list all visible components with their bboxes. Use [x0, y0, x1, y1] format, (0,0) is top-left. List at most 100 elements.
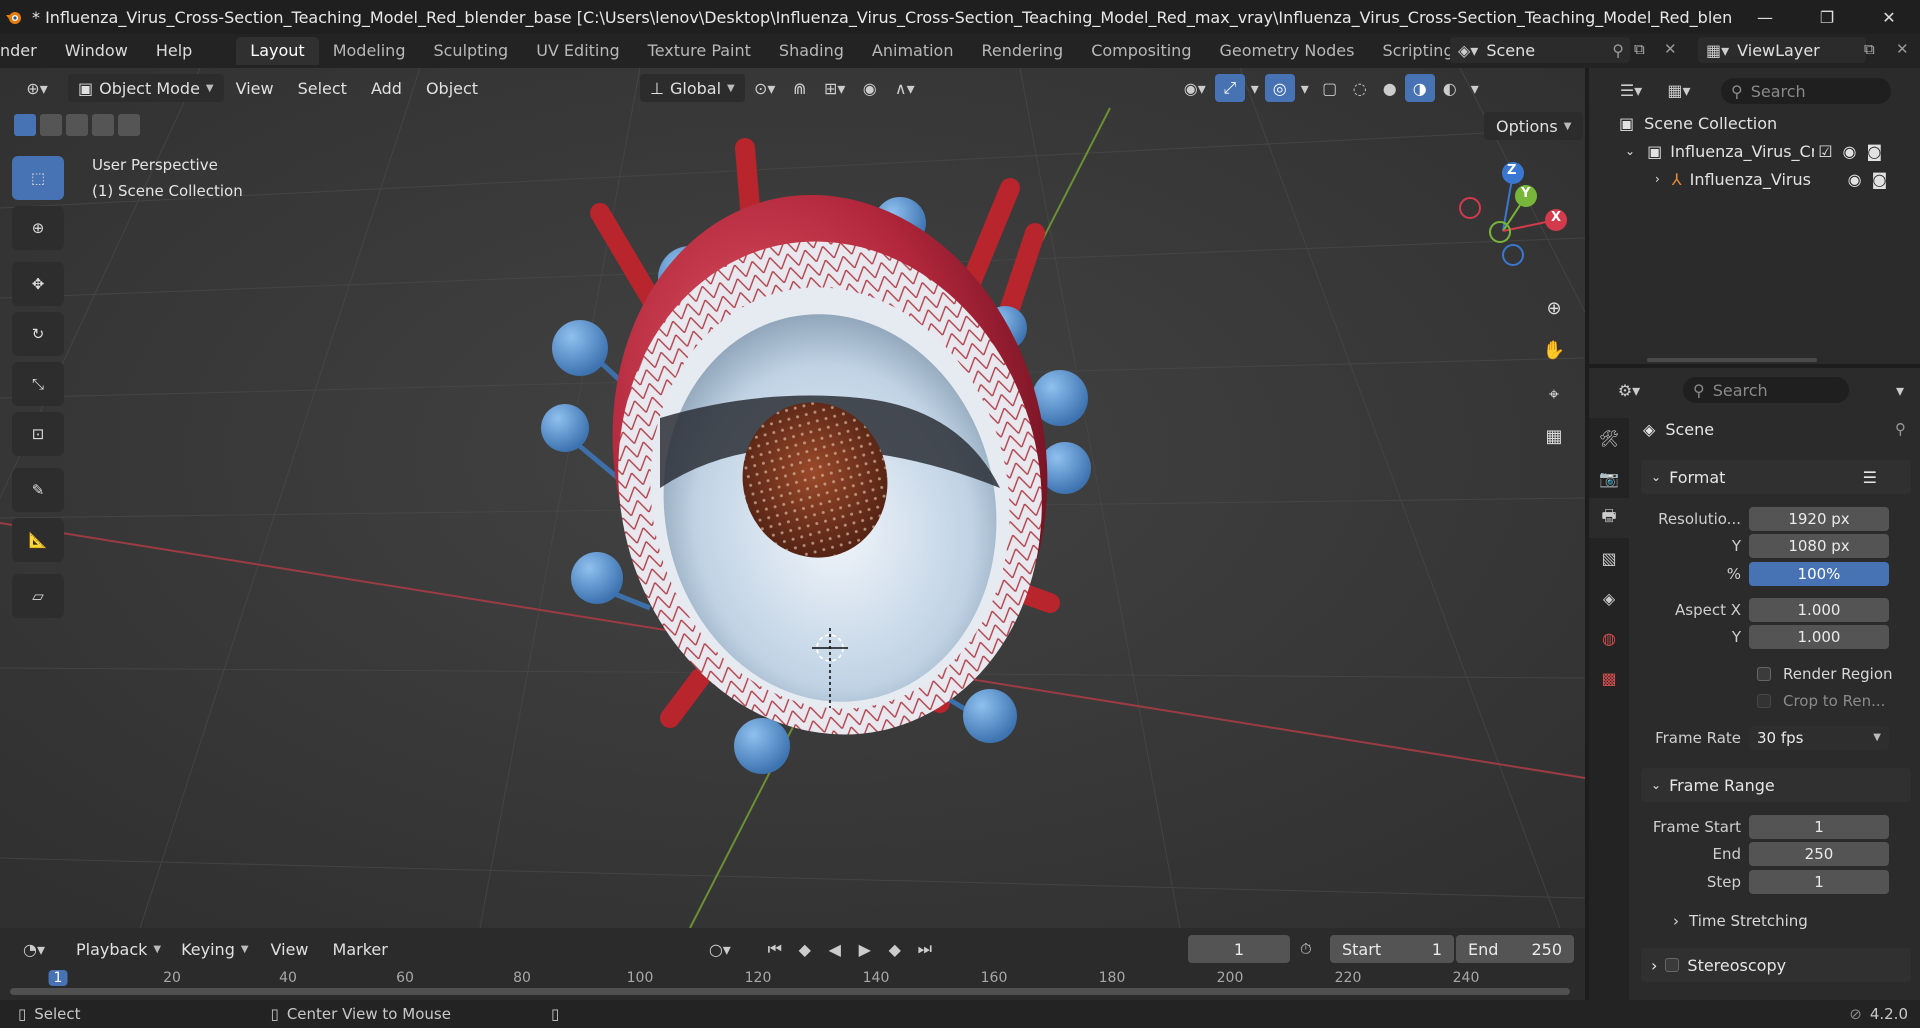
3d-viewport[interactable]: Z Y X ⊕▾ ▣ Object Mode ▼ View Select Add…: [0, 68, 1585, 928]
menu-object[interactable]: Object: [414, 79, 490, 98]
material-preview-icon[interactable]: ◑: [1404, 74, 1435, 102]
frame-range-panel-header[interactable]: ⌄ Frame Range: [1641, 768, 1911, 802]
eye-icon[interactable]: ◉: [1848, 170, 1862, 189]
stopwatch-icon[interactable]: ⏱: [1300, 940, 1312, 958]
tab-modeling[interactable]: Modeling: [319, 37, 420, 65]
frame-start-field[interactable]: 1: [1749, 815, 1889, 839]
presets-list-icon[interactable]: ☰: [1863, 468, 1877, 487]
chevron-down-icon[interactable]: ▾: [1465, 74, 1485, 102]
overlays-toggle-icon[interactable]: ◎: [1264, 74, 1295, 102]
annotate-tool-icon[interactable]: ✎: [12, 468, 64, 512]
select-invert-icon[interactable]: [92, 114, 114, 136]
rendered-shading-icon[interactable]: ◐: [1435, 74, 1465, 102]
resolution-percent-slider[interactable]: 100%: [1749, 562, 1889, 586]
exclude-checkbox-icon[interactable]: ☑: [1818, 142, 1832, 161]
gizmo-toggle-icon[interactable]: ⤢: [1214, 74, 1245, 102]
eye-icon[interactable]: ◉: [1843, 142, 1857, 161]
tab-animation[interactable]: Animation: [858, 37, 968, 65]
close-button[interactable]: ✕: [1858, 0, 1920, 34]
proportional-edit-icon[interactable]: ◉: [855, 74, 885, 102]
select-box-tool-icon[interactable]: ⬚: [12, 156, 64, 200]
solid-shading-icon[interactable]: ●: [1375, 74, 1405, 102]
maximize-button[interactable]: ❐: [1796, 0, 1858, 34]
chevron-right-icon[interactable]: ›: [1655, 172, 1660, 186]
camera-view-icon[interactable]: ⌖: [1536, 376, 1572, 412]
playhead[interactable]: 1: [48, 970, 68, 986]
aspect-x-field[interactable]: 1.000: [1749, 598, 1889, 622]
tab-shading[interactable]: Shading: [765, 37, 858, 65]
render-region-checkbox[interactable]: [1757, 667, 1771, 681]
outliner-editor-icon[interactable]: ☰▾: [1611, 76, 1651, 104]
playback-dropdown[interactable]: Playback ▼: [66, 935, 171, 963]
menu-file-render[interactable]: nder: [0, 37, 51, 65]
delete-scene-icon[interactable]: ✕: [1664, 40, 1677, 58]
pin-icon[interactable]: ⚲: [1895, 420, 1906, 438]
start-frame-field[interactable]: Start 1: [1330, 935, 1454, 963]
tab-sculpting[interactable]: Sculpting: [419, 37, 522, 65]
prev-keyframe-icon[interactable]: ◆: [790, 935, 820, 963]
tab-rendering[interactable]: Rendering: [967, 37, 1077, 65]
outliner-row-object[interactable]: › ⅄ Influenza_Virus ◉ ◙: [1589, 165, 1920, 193]
wireframe-shading-icon[interactable]: ◌: [1345, 74, 1375, 102]
camera-icon[interactable]: ◙: [1872, 170, 1888, 189]
outliner-row-collection[interactable]: ⌄ ▣ Influenza_Virus_Cr ☑ ◉ ◙: [1589, 137, 1920, 165]
add-cube-tool-icon[interactable]: ▱: [12, 574, 64, 618]
snap-icon[interactable]: ⋒: [785, 74, 815, 102]
scene-tab-icon[interactable]: ◈: [1589, 578, 1629, 618]
timeline[interactable]: ◔▾ Playback ▼ Keying ▼ View Marker ○▾ ⏮ …: [0, 928, 1585, 1000]
tab-compositing[interactable]: Compositing: [1077, 37, 1205, 65]
new-scene-icon[interactable]: ⧉: [1634, 40, 1645, 58]
move-tool-icon[interactable]: ✥: [12, 262, 64, 306]
menu-view[interactable]: View: [224, 79, 286, 98]
render-region-row[interactable]: Render Region: [1641, 661, 1911, 687]
tab-uv-editing[interactable]: UV Editing: [522, 37, 633, 65]
world-tab-icon[interactable]: ◍: [1589, 618, 1629, 658]
scrub-track[interactable]: [10, 988, 1570, 995]
aspect-y-field[interactable]: 1.000: [1749, 625, 1889, 649]
tool-tab-icon[interactable]: 🛠: [1589, 418, 1629, 458]
scale-tool-icon[interactable]: ⤡: [12, 362, 64, 406]
zoom-icon[interactable]: ⊕: [1536, 290, 1572, 326]
rotate-tool-icon[interactable]: ↻: [12, 312, 64, 356]
menu-select[interactable]: Select: [286, 79, 359, 98]
select-extend-icon[interactable]: [40, 114, 62, 136]
frame-rate-dropdown[interactable]: 30 fps ▼: [1749, 726, 1889, 750]
options-dropdown[interactable]: Options ▼: [1484, 112, 1584, 140]
transform-orientation-dropdown[interactable]: ⊥ Global ▼: [640, 74, 745, 102]
select-subtract-icon[interactable]: [66, 114, 88, 136]
resolution-y-field[interactable]: 1080 px: [1749, 534, 1889, 558]
properties-search-input[interactable]: ⚲ Search: [1683, 377, 1849, 403]
select-new-icon[interactable]: [14, 114, 36, 136]
keying-dropdown[interactable]: Keying ▼: [171, 935, 258, 963]
delete-view-layer-icon[interactable]: ✕: [1896, 40, 1909, 58]
pivot-icon[interactable]: ⊙▾: [745, 74, 785, 102]
timeline-menu-marker[interactable]: Marker: [321, 940, 400, 959]
outliner-scrollbar[interactable]: [1647, 358, 1817, 362]
play-icon[interactable]: ▶: [850, 935, 880, 963]
tab-geometry-nodes[interactable]: Geometry Nodes: [1205, 37, 1368, 65]
visibility-icon[interactable]: ◉▾: [1175, 74, 1215, 102]
cursor-tool-icon[interactable]: ⊕: [12, 206, 64, 250]
texture-tab-icon[interactable]: ▩: [1589, 658, 1629, 698]
mode-dropdown[interactable]: ▣ Object Mode ▼: [68, 74, 224, 102]
stereoscopy-panel-header[interactable]: › Stereoscopy: [1641, 948, 1911, 982]
outliner-row-scene-collection[interactable]: ▣ Scene Collection: [1589, 109, 1920, 137]
measure-tool-icon[interactable]: 📐: [12, 518, 64, 562]
scene-selector[interactable]: ◈▾ Scene ⚲: [1450, 37, 1630, 63]
properties-panel[interactable]: ⚙▾ ⚲ Search ▾ 🛠 📷 🖶 ▧ ◈ ◍ ▩ ◈ Scene ⚲ ⌄ …: [1589, 368, 1920, 1000]
jump-end-icon[interactable]: ⏭: [910, 935, 940, 963]
stereoscopy-checkbox[interactable]: [1665, 958, 1680, 972]
output-tab-icon[interactable]: 🖶: [1589, 498, 1629, 538]
tab-layout[interactable]: Layout: [236, 37, 319, 65]
gizmo-z-label[interactable]: Z: [1507, 163, 1516, 178]
snap-target-icon[interactable]: ⊞▾: [815, 74, 855, 102]
perspective-toggle-icon[interactable]: ▦: [1536, 418, 1572, 454]
xray-icon[interactable]: ▢: [1315, 74, 1345, 102]
frame-end-field[interactable]: 250: [1749, 842, 1889, 866]
frame-step-field[interactable]: 1: [1749, 870, 1889, 894]
display-mode-icon[interactable]: ▦▾: [1659, 76, 1699, 104]
transform-tool-icon[interactable]: ⊡: [12, 412, 64, 456]
menu-window[interactable]: Window: [51, 37, 142, 65]
menu-help[interactable]: Help: [142, 37, 206, 65]
chevron-down-icon[interactable]: ▾: [1245, 74, 1265, 102]
